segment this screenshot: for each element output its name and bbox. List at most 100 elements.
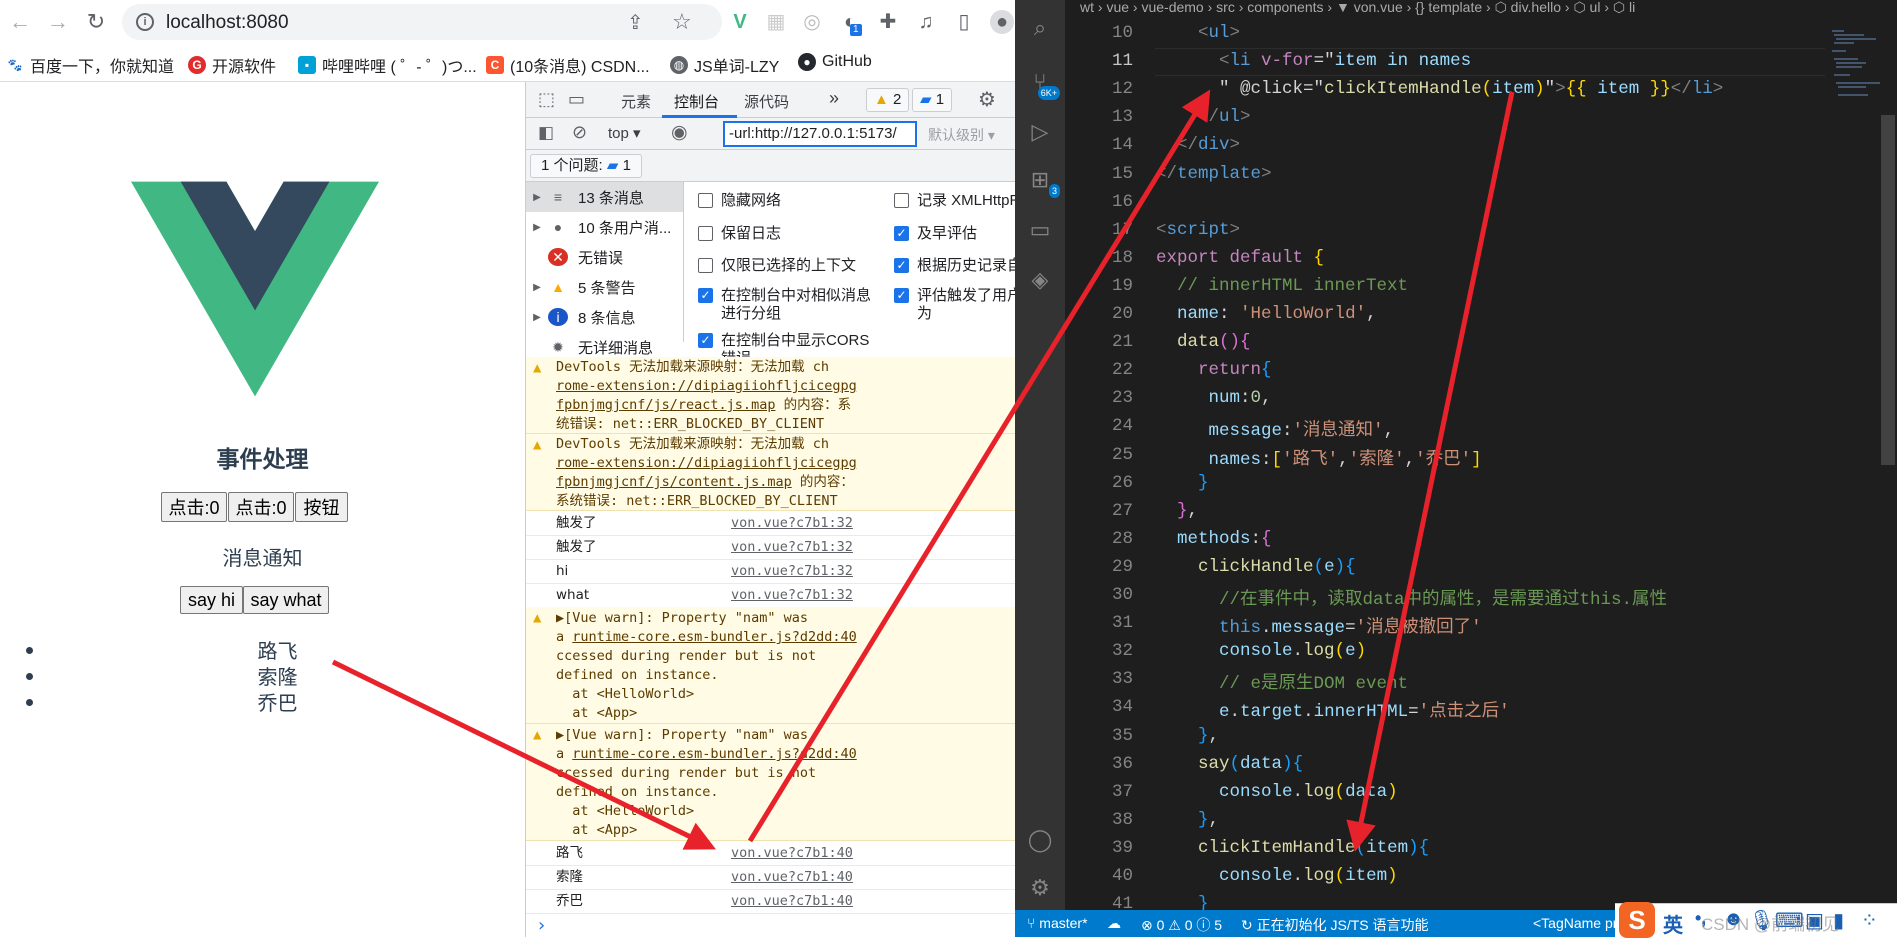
name-list-item[interactable]: 乔巴 — [0, 687, 525, 716]
console-log-row[interactable]: 触发了 von.vue?c7b1:32 — [526, 511, 1015, 536]
extension-icon[interactable]: ◎ — [800, 10, 824, 34]
console-log-row[interactable]: 路飞 von.vue?c7b1:40 — [526, 841, 1015, 866]
bookmark-baidu[interactable]: 🐾 百度一下，你就知道 — [6, 53, 175, 77]
side-panel-icon[interactable]: ▯ — [952, 10, 976, 34]
sidebar-item[interactable]: ▶ ▲ 5 条警告 — [526, 272, 683, 302]
code-line[interactable]: export default { — [1156, 248, 1324, 268]
code-line[interactable]: clickHandle(e){ — [1156, 557, 1356, 577]
layers-icon[interactable]: ◈ — [1026, 266, 1054, 294]
console-setting-checkbox[interactable]: ✓ 评估触发了用户 为 — [894, 287, 1015, 323]
issues-button[interactable]: 1 个问题: ▰ 1 — [530, 154, 642, 178]
extensions-icon[interactable]: ⊞ 3 — [1026, 166, 1060, 198]
sidebar-item[interactable]: ▶ ● 10 条用户消... — [526, 212, 683, 242]
code-line[interactable]: message:'消息通知', — [1156, 416, 1395, 441]
checkbox-checked[interactable]: ✓ — [698, 288, 713, 303]
code-line[interactable]: <script> — [1156, 220, 1240, 240]
sidebar-item[interactable]: ▶ i 8 条信息 — [526, 302, 683, 332]
console-setting-checkbox[interactable]: 保留日志 — [698, 225, 781, 243]
checkbox-unchecked[interactable] — [698, 226, 713, 241]
code-line[interactable]: data(){ — [1156, 332, 1251, 352]
console-setting-checkbox[interactable]: 隐藏网络 — [698, 192, 781, 210]
code-line[interactable]: <ul> — [1156, 23, 1240, 43]
forward-button[interactable]: → — [44, 8, 72, 36]
console-log-row[interactable]: what von.vue?c7b1:32 — [526, 583, 1015, 608]
code-line[interactable]: }, — [1156, 726, 1219, 746]
code-line[interactable]: say(data){ — [1156, 754, 1303, 774]
back-button[interactable]: ← — [6, 8, 34, 36]
console-warning[interactable]: ▲ DevTools 无法加载来源映射：无法加载 ch rome-extension… — [526, 357, 1015, 434]
code-line[interactable]: " @click="clickItemHandle(item)">{{ item… — [1156, 79, 1723, 99]
checkbox-checked[interactable]: ✓ — [698, 333, 713, 348]
console-log-row[interactable]: 索隆 von.vue?c7b1:40 — [526, 865, 1015, 890]
code-line[interactable]: <li v-for="item in names — [1156, 51, 1471, 71]
tab-console[interactable]: 控制台 — [674, 91, 719, 112]
code-line[interactable]: }, — [1156, 810, 1219, 830]
vue-devtools-extension-icon[interactable]: V — [728, 10, 752, 34]
code-line[interactable]: </ul> — [1156, 107, 1251, 127]
media-icon[interactable]: ♫ — [914, 10, 938, 34]
settings-gear-icon[interactable]: ⚙ — [978, 87, 996, 112]
extensions-puzzle-icon[interactable]: ✚ — [876, 10, 900, 34]
code-line[interactable]: </div> — [1156, 135, 1240, 155]
code-line[interactable]: } — [1156, 894, 1209, 910]
code-line[interactable]: //在事件中，读取data中的属性，是需要通过this.属性 — [1156, 585, 1667, 610]
name-list-item[interactable]: 索隆 — [0, 661, 525, 690]
expand-triangle-icon[interactable]: ▶ — [526, 312, 548, 323]
checkbox-unchecked[interactable] — [894, 193, 909, 208]
menu-grid-icon[interactable]: ⁘ — [1861, 908, 1878, 933]
warnings-badge[interactable]: ▲ 2 — [866, 88, 910, 112]
source-link[interactable]: runtime-core.esm-bundler.js?d2dd:40 — [572, 746, 856, 762]
more-tabs-button[interactable]: » — [829, 88, 839, 109]
run-debug-icon[interactable]: ▷ — [1026, 118, 1054, 146]
explorer-folder-icon[interactable]: ▭ — [1026, 216, 1054, 244]
code-area[interactable]: 10 <ul> 11 <li v-for="item in names 12 " @… — [1065, 20, 1825, 910]
console-setting-checkbox[interactable]: 记录 XMLHttpRe — [894, 192, 1015, 210]
minimap[interactable] — [1830, 28, 1880, 108]
code-line[interactable]: }, — [1156, 501, 1198, 521]
console-log-row[interactable]: 触发了 von.vue?c7b1:32 — [526, 535, 1015, 560]
profile-avatar-icon[interactable]: ● — [990, 10, 1014, 34]
click-count-button-1[interactable]: 点击:0 — [161, 492, 227, 522]
name-list-item[interactable]: 路飞 — [0, 635, 525, 664]
console-filter-input[interactable]: -url:http://127.0.0.1:5173/ — [723, 121, 917, 147]
source-link[interactable]: rome-extension://dipiagiiohfljcicegpg — [556, 377, 1015, 396]
code-line[interactable]: this.message='消息被撤回了' — [1156, 613, 1482, 638]
tab-elements[interactable]: 元素 — [621, 91, 651, 112]
breadcrumb[interactable]: wt › vue › vue-demo › src › components ›… — [1080, 0, 1635, 14]
code-line[interactable]: console.log(e) — [1156, 641, 1366, 661]
source-link[interactable]: von.vue?c7b1:40 — [731, 865, 853, 889]
source-link[interactable]: von.vue?c7b1:32 — [731, 583, 853, 607]
console-prompt[interactable]: › — [536, 915, 547, 936]
source-link[interactable]: von.vue?c7b1:32 — [731, 535, 853, 559]
console-setting-checkbox[interactable]: 仅限已选择的上下文 — [698, 257, 856, 275]
code-line[interactable]: // e是原生DOM event — [1156, 669, 1408, 694]
account-icon[interactable]: ◯ — [1026, 826, 1054, 854]
sidebar-item[interactable]: ✕ 无错误 — [526, 242, 683, 272]
console-setting-checkbox[interactable]: ✓ 根据历史记录自 — [894, 257, 1015, 275]
code-line[interactable]: console.log(data) — [1156, 782, 1398, 802]
say-what-button[interactable]: say what — [243, 586, 329, 614]
context-selector[interactable]: top ▾ — [608, 124, 641, 142]
code-line[interactable]: </template> — [1156, 164, 1272, 184]
code-line[interactable]: return{ — [1156, 360, 1272, 380]
plain-button[interactable]: 按钮 — [295, 492, 348, 522]
source-link[interactable]: von.vue?c7b1:40 — [731, 841, 853, 865]
info-badge[interactable]: ▰ 1 — [912, 88, 953, 112]
code-line[interactable]: console.log(item) — [1156, 866, 1398, 886]
bookmark-js-words[interactable]: ◍ JS单词-LZY — [670, 53, 779, 77]
log-level-dropdown[interactable]: 默认级别 ▾ — [928, 125, 995, 145]
code-line[interactable]: e.target.innerHTML='点击之后' — [1156, 697, 1510, 722]
problems-indicator[interactable]: ⊗ 0 ⚠ 0 ⓘ 5 — [1141, 915, 1222, 935]
expand-triangle-icon[interactable]: ▶ — [526, 222, 548, 233]
code-line[interactable]: name: 'HelloWorld', — [1156, 304, 1377, 324]
vue-warning[interactable]: ▲ ▶[Vue warn]: Property "nam" was a runtim… — [526, 607, 1015, 724]
bookmark-bilibili[interactable]: ▪ 哔哩哔哩 ( ゜- ゜)つ... — [298, 53, 477, 77]
extension-icon[interactable]: ◐ 1 — [838, 10, 862, 36]
address-bar[interactable]: i localhost:8080 ⇪ ☆ — [122, 4, 722, 40]
source-link[interactable]: von.vue?c7b1:40 — [731, 889, 853, 913]
editor-scrollbar[interactable] — [1881, 115, 1895, 465]
console-log-row[interactable]: hi von.vue?c7b1:32 — [526, 559, 1015, 584]
source-link[interactable]: von.vue?c7b1:32 — [731, 559, 853, 583]
console-warning[interactable]: ▲ DevTools 无法加载来源映射：无法加载 ch rome-extension… — [526, 434, 1015, 511]
source-link[interactable]: runtime-core.esm-bundler.js?d2dd:40 — [572, 629, 856, 645]
